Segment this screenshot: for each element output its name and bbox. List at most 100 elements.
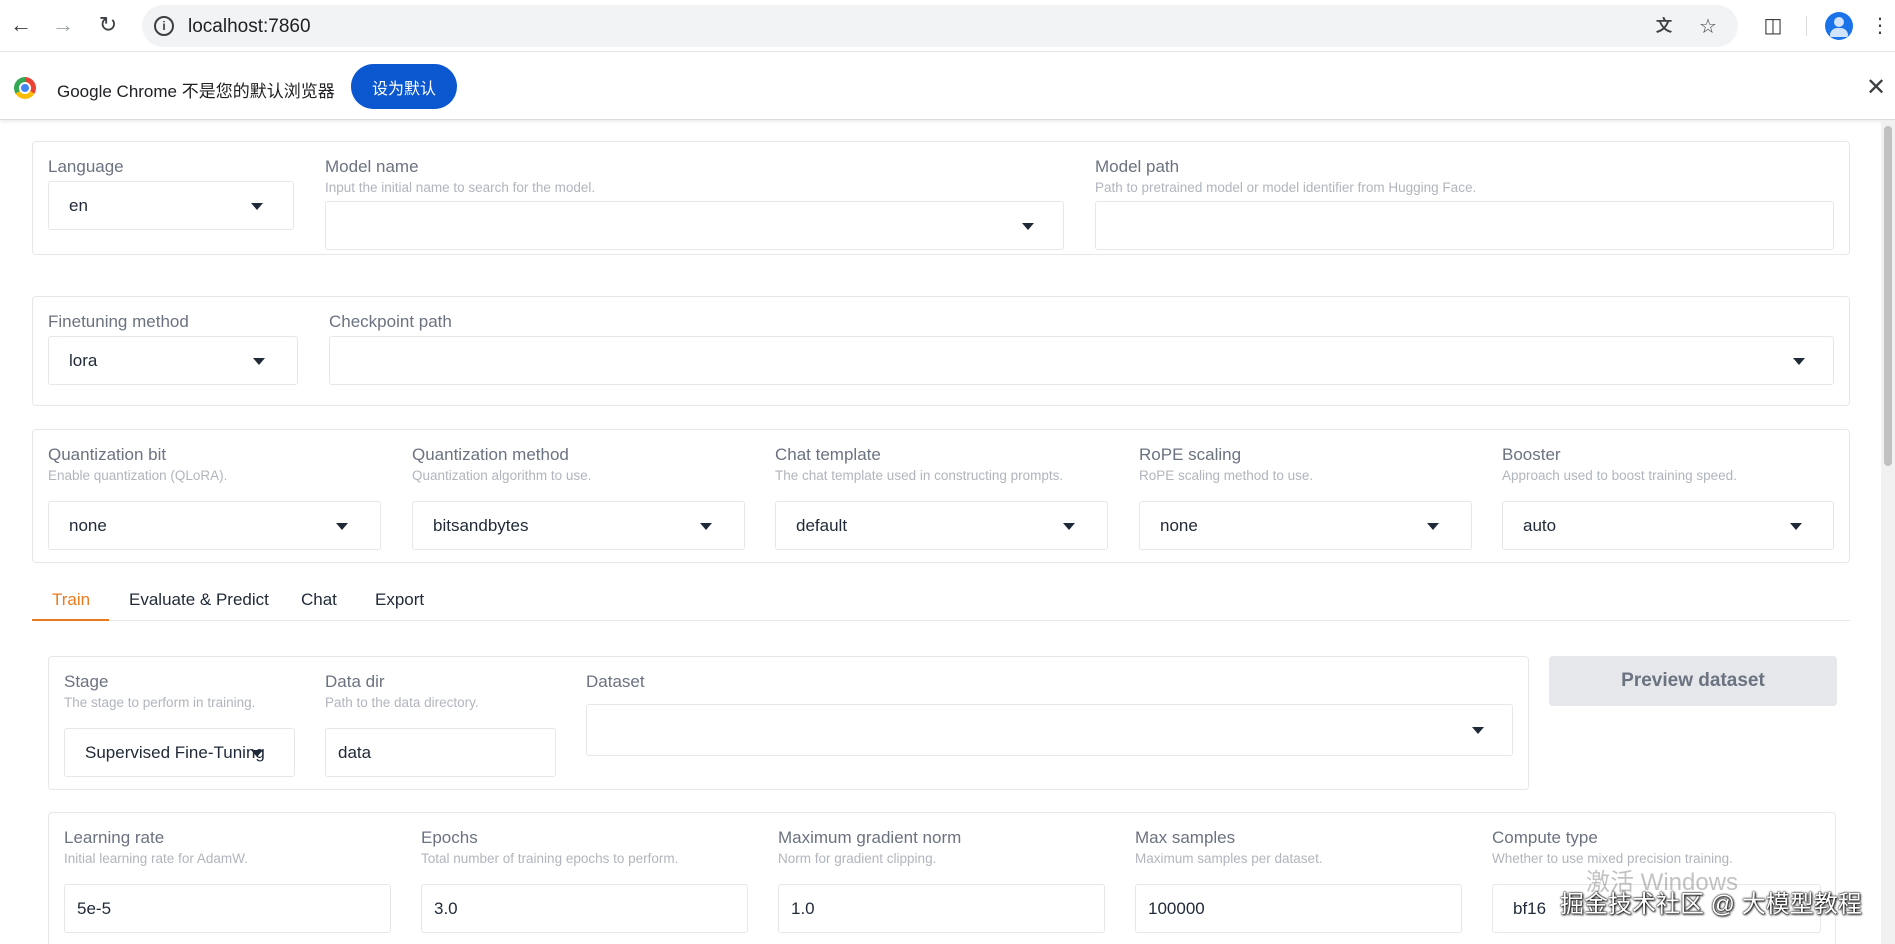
toolbar-divider [1806, 16, 1807, 36]
profile-icon[interactable] [1825, 12, 1853, 40]
quantization-bit-value: none [69, 516, 107, 535]
data-dir-input[interactable]: data [325, 728, 556, 777]
chevron-down-icon [1063, 523, 1075, 530]
booster-dropdown[interactable]: auto [1502, 501, 1834, 550]
language-value: en [69, 196, 88, 215]
learning-rate-info: Initial learning rate for AdamW. [64, 851, 248, 866]
page-content: Language en Model name Input the initial… [0, 121, 1891, 944]
browser-toolbar: ← → ↻ i localhost:7860 文 ☆ ◫ ⋮ [0, 0, 1895, 52]
translate-icon[interactable]: 文 [1652, 15, 1676, 39]
data-dir-label: Data dir [325, 672, 385, 691]
max-grad-norm-label: Maximum gradient norm [778, 828, 962, 847]
chevron-down-icon [251, 750, 263, 757]
booster-info: Approach used to boost training speed. [1502, 468, 1737, 483]
model-path-input[interactable] [1095, 201, 1834, 250]
address-bar[interactable]: i localhost:7860 文 ☆ [142, 5, 1738, 47]
chevron-down-icon [1472, 727, 1484, 734]
learning-rate-label: Learning rate [64, 828, 165, 847]
stage-label: Stage [64, 672, 109, 691]
max-grad-norm-input[interactable]: 1.0 [778, 884, 1105, 933]
info-icon[interactable]: i [154, 16, 174, 36]
forward-icon[interactable]: → [50, 12, 76, 38]
stage-info: The stage to perform in training. [64, 695, 256, 710]
stage-dropdown[interactable]: Supervised Fine-Tuning [64, 728, 295, 777]
tab-chat[interactable]: Chat [301, 590, 337, 610]
tab-export[interactable]: Export [375, 590, 424, 610]
star-icon[interactable]: ☆ [1696, 15, 1720, 39]
checkpoint-path-label: Checkpoint path [329, 312, 452, 331]
quantization-bit-dropdown[interactable]: none [48, 501, 381, 550]
site-watermark: 掘金技术社区 @ 大模型教程 [1560, 891, 1862, 918]
back-icon[interactable]: ← [8, 12, 34, 38]
more-icon[interactable]: ⋮ [1870, 12, 1890, 40]
chat-template-label: Chat template [775, 445, 881, 464]
reload-icon[interactable]: ↻ [95, 12, 121, 38]
model-name-dropdown[interactable] [325, 201, 1064, 250]
chevron-down-icon [1427, 523, 1439, 530]
language-label: Language [48, 157, 124, 176]
rope-scaling-value: none [1160, 516, 1198, 535]
extensions-icon[interactable]: ◫ [1759, 12, 1787, 40]
chevron-down-icon [1022, 223, 1034, 230]
chevron-down-icon [1793, 358, 1805, 365]
set-default-button[interactable]: 设为默认 [351, 64, 457, 109]
max-grad-norm-value: 1.0 [791, 899, 815, 918]
max-samples-value: 100000 [1148, 899, 1205, 918]
max-samples-label: Max samples [1135, 828, 1236, 847]
dataset-dropdown[interactable] [586, 704, 1513, 756]
model-path-info: Path to pretrained model or model identi… [1095, 180, 1477, 195]
max-samples-input[interactable]: 100000 [1135, 884, 1462, 933]
chat-template-dropdown[interactable]: default [775, 501, 1108, 550]
max-grad-norm-info: Norm for gradient clipping. [778, 851, 937, 866]
advanced-config-block: Quantization bit Enable quantization (QL… [32, 429, 1850, 563]
hyperparameters-block: Learning rate Initial learning rate for … [48, 812, 1836, 944]
chat-template-info: The chat template used in constructing p… [775, 468, 1064, 483]
tab-evaluate-predict[interactable]: Evaluate & Predict [129, 590, 269, 610]
epochs-info: Total number of training epochs to perfo… [421, 851, 679, 866]
model-settings-block: Language en Model name Input the initial… [32, 141, 1850, 255]
chrome-logo-icon [14, 77, 36, 99]
stage-value: Supervised Fine-Tuning [85, 743, 265, 762]
max-samples-info: Maximum samples per dataset. [1135, 851, 1323, 866]
main-tabs: Train Evaluate & Predict Chat Export [32, 578, 1850, 621]
rope-scaling-dropdown[interactable]: none [1139, 501, 1472, 550]
train-data-block: Stage The stage to perform in training. … [48, 656, 1529, 790]
tab-train[interactable]: Train [52, 590, 90, 610]
chat-template-value: default [796, 516, 848, 535]
chevron-down-icon [700, 523, 712, 530]
quantization-method-dropdown[interactable]: bitsandbytes [412, 501, 745, 550]
quantization-bit-label: Quantization bit [48, 445, 167, 464]
chevron-down-icon [253, 358, 265, 365]
checkpoint-path-dropdown[interactable] [329, 336, 1834, 385]
model-name-label: Model name [325, 157, 419, 176]
infobar-message: Google Chrome 不是您的默认浏览器 [57, 82, 335, 101]
finetuning-method-dropdown[interactable]: lora [48, 336, 298, 385]
compute-type-value: bf16 [1513, 899, 1547, 918]
quantization-bit-info: Enable quantization (QLoRA). [48, 468, 228, 483]
quantization-method-info: Quantization algorithm to use. [412, 468, 592, 483]
learning-rate-value: 5e-5 [77, 899, 112, 918]
booster-value: auto [1523, 516, 1557, 535]
preview-dataset-button[interactable]: Preview dataset [1549, 656, 1837, 706]
epochs-label: Epochs [421, 828, 478, 847]
chevron-down-icon [336, 523, 348, 530]
finetuning-block: Finetuning method lora Checkpoint path [32, 296, 1850, 406]
finetuning-method-label: Finetuning method [48, 312, 189, 331]
booster-label: Booster [1502, 445, 1561, 464]
close-icon[interactable]: ✕ [1866, 73, 1886, 102]
finetuning-method-value: lora [69, 351, 98, 370]
epochs-value: 3.0 [434, 899, 458, 918]
scrollbar-thumb[interactable] [1884, 126, 1892, 466]
dataset-label: Dataset [586, 672, 645, 691]
page-scrollbar[interactable] [1881, 121, 1895, 944]
learning-rate-input[interactable]: 5e-5 [64, 884, 391, 933]
language-dropdown[interactable]: en [48, 181, 294, 230]
data-dir-info: Path to the data directory. [325, 695, 479, 710]
epochs-input[interactable]: 3.0 [421, 884, 748, 933]
active-tab-indicator [32, 619, 109, 621]
quantization-method-label: Quantization method [412, 445, 569, 464]
url-text: localhost:7860 [188, 16, 311, 37]
rope-scaling-label: RoPE scaling [1139, 445, 1242, 464]
quantization-method-value: bitsandbytes [433, 516, 529, 535]
compute-type-label: Compute type [1492, 828, 1598, 847]
